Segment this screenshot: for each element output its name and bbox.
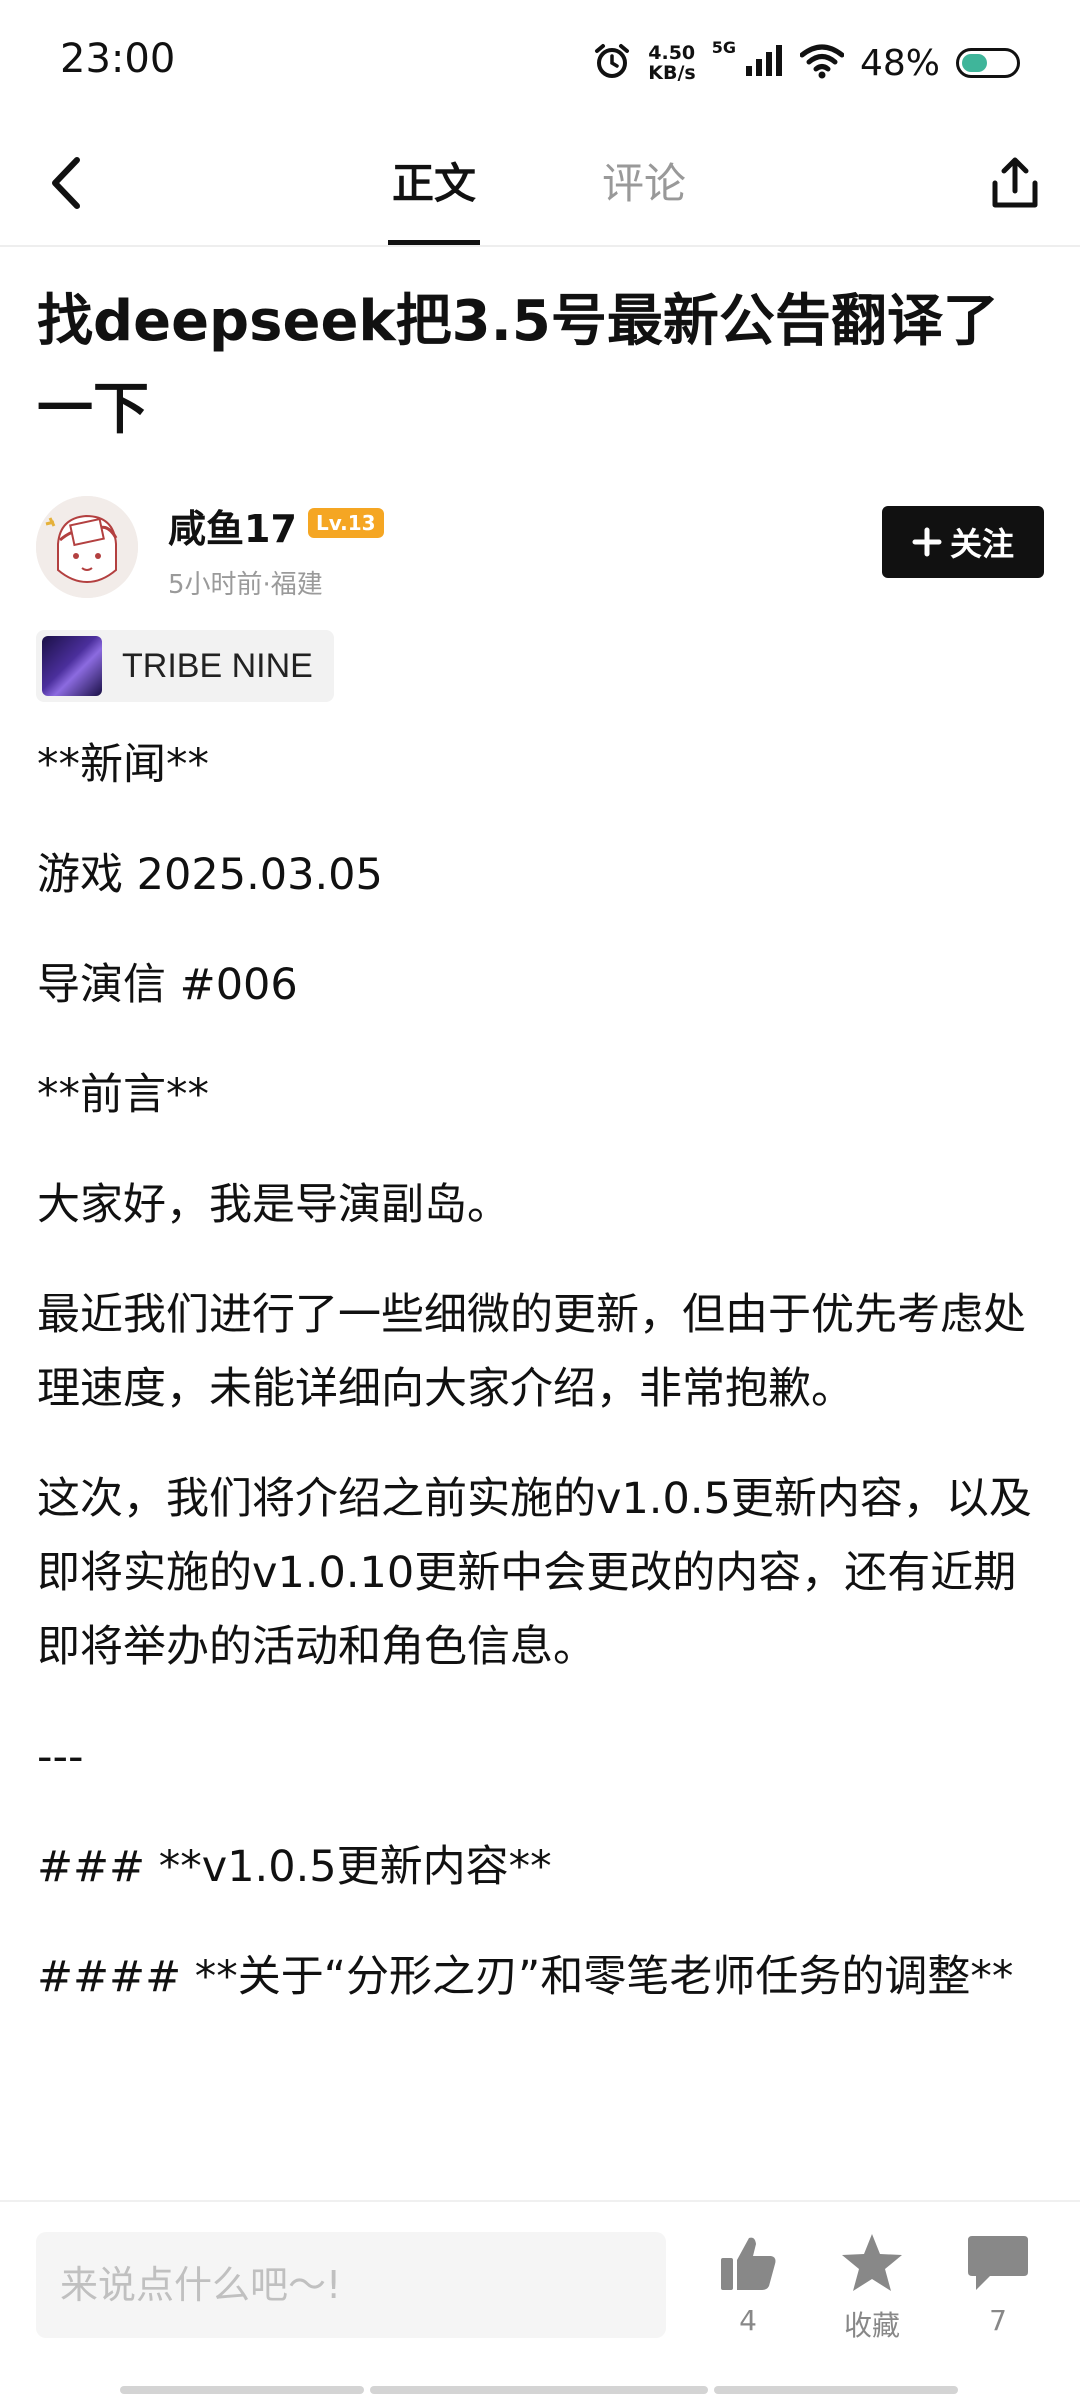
- share-icon: [992, 157, 1038, 208]
- paragraph: 大家好，我是导演副岛。: [37, 1180, 510, 1230]
- network-speed-value: 4.50: [648, 42, 696, 64]
- battery-level: [962, 54, 987, 72]
- comment-count: 7: [989, 2304, 1007, 2337]
- paragraph: 导演信 #006: [37, 960, 298, 1010]
- like-count: 4: [739, 2304, 757, 2337]
- tab-comments[interactable]: 评论: [598, 150, 690, 245]
- game-tag-label: TRIBE NINE: [122, 646, 313, 685]
- paragraph: ---: [37, 1732, 84, 1782]
- like-button[interactable]: 4: [698, 2228, 798, 2337]
- network-type: 5G: [711, 38, 736, 57]
- scroll-indicator-segment: [714, 2386, 958, 2394]
- favorite-label: 收藏: [843, 2309, 900, 2342]
- avatar[interactable]: [36, 496, 138, 598]
- comment-button[interactable]: 7: [948, 2228, 1048, 2337]
- post-title: 找deepseek把3.5号最新公告翻译了一下: [37, 289, 999, 442]
- scroll-indicator-segment: [370, 2386, 708, 2394]
- top-nav-bar: 正文 评论: [0, 130, 1080, 247]
- level-badge: Lv.13: [308, 508, 384, 538]
- post-body: **新闻** 游戏 2025.03.05 导演信 #006 **前言** 大家好…: [37, 728, 1047, 2050]
- star-icon: [842, 2234, 902, 2291]
- author-name[interactable]: 咸鱼17: [168, 498, 297, 553]
- post-meta: 5小时前·福建: [168, 570, 323, 600]
- wifi-icon: [799, 43, 845, 83]
- scroll-indicator-segment: [120, 2386, 364, 2394]
- tab-article[interactable]: 正文: [388, 150, 480, 245]
- battery-icon: [956, 48, 1020, 78]
- game-tag[interactable]: TRIBE NINE: [36, 630, 334, 702]
- network-speed-unit: KB/s: [648, 62, 696, 84]
- network-speed: 4.50 KB/s: [648, 43, 695, 83]
- favorite-button[interactable]: 收藏: [822, 2228, 922, 2344]
- share-button[interactable]: [978, 146, 1052, 220]
- follow-button[interactable]: 关注: [882, 506, 1044, 578]
- paragraph: **新闻**: [37, 740, 209, 790]
- game-thumbnail: [42, 636, 102, 696]
- back-button[interactable]: [30, 148, 100, 218]
- paragraph: ### **v1.0.5更新内容**: [37, 1842, 552, 1892]
- follow-label: 关注: [949, 525, 1014, 563]
- status-icons: 4.50 KB/s 5G 48%: [592, 38, 1020, 88]
- paragraph: 游戏 2025.03.05: [37, 850, 383, 900]
- paragraph: #### **关于“分形之刃”和零笔老师任务的调整**: [37, 1952, 1014, 2002]
- author-row: 咸鱼17 Lv.13 5小时前·福建 关注: [36, 492, 1044, 602]
- status-time: 23:00: [60, 36, 176, 82]
- comment-input[interactable]: [36, 2232, 666, 2338]
- thumbs-up-icon: [721, 2237, 776, 2290]
- cellular-signal-icon: [744, 44, 784, 82]
- chevron-left-icon: [52, 157, 80, 209]
- paragraph: 最近我们进行了一些细微的更新，但由于优先考虑处理速度，未能详细向大家介绍，非常抱…: [37, 1290, 1026, 1414]
- battery-percent: 48%: [859, 42, 940, 84]
- paragraph: 这次，我们将介绍之前实施的v1.0.5更新内容，以及即将实施的v1.0.10更新…: [37, 1474, 1032, 1672]
- alarm-icon: [592, 41, 632, 85]
- bottom-action-bar: 4 收藏 7: [0, 2200, 1080, 2402]
- status-bar: 23:00 4.50 KB/s 5G 48%: [0, 0, 1080, 130]
- paragraph: **前言**: [37, 1070, 209, 1120]
- comment-icon: [968, 2236, 1028, 2290]
- plus-icon: [912, 527, 942, 557]
